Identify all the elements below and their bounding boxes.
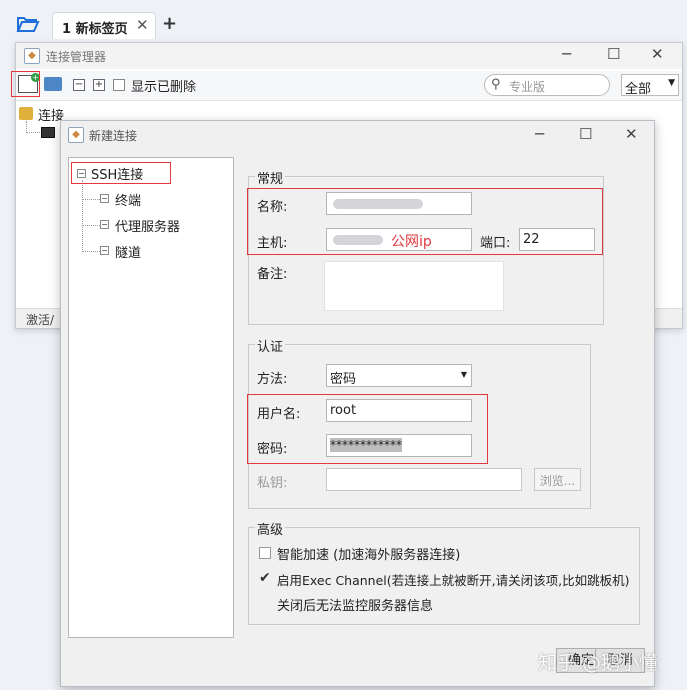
collapse-icon[interactable]: − bbox=[100, 220, 109, 229]
minimize-icon[interactable]: ─ bbox=[562, 45, 571, 63]
highlight-ssh-item bbox=[71, 162, 171, 184]
new-folder-icon[interactable] bbox=[44, 77, 62, 91]
browse-button[interactable]: 浏览... bbox=[534, 468, 581, 491]
tree-line bbox=[82, 199, 100, 200]
add-tab-icon[interactable]: + bbox=[162, 13, 177, 34]
chevron-down-icon: ▼ bbox=[668, 78, 675, 88]
method-label: 方法: bbox=[257, 372, 288, 387]
open-folder-icon[interactable] bbox=[16, 14, 40, 34]
chevron-down-icon: ▼ bbox=[460, 370, 467, 379]
dialog-titlebar: ◆ 新建连接 ─ ☐ ✕ bbox=[61, 121, 654, 149]
exec-channel-label: 启用Exec Channel(若连接上就被断开,请关闭该项,比如跳板机) bbox=[277, 573, 630, 588]
nav-item-tunnel[interactable]: 隧道 bbox=[115, 242, 141, 261]
app-icon: ◆ bbox=[24, 48, 40, 64]
new-connection-dialog: ◆ 新建连接 ─ ☐ ✕ − SSH连接 − 终端 − 代理服务器 − 隧道 常… bbox=[60, 120, 655, 687]
search-placeholder: 专业版 bbox=[509, 80, 546, 94]
highlight-credentials bbox=[247, 394, 488, 464]
collapse-all-icon[interactable]: − bbox=[73, 79, 85, 91]
nav-item-proxy[interactable]: 代理服务器 bbox=[115, 216, 180, 235]
smart-accel-label: 智能加速 (加速海外服务器连接) bbox=[277, 548, 461, 563]
search-input[interactable]: ⚲ 专业版 bbox=[484, 74, 610, 96]
tree-line bbox=[82, 180, 83, 252]
close-tab-icon[interactable]: ✕ bbox=[136, 16, 149, 34]
status-text: 激活/ bbox=[26, 313, 55, 327]
tree-line bbox=[82, 251, 100, 252]
smart-accel-checkbox[interactable] bbox=[259, 547, 271, 559]
terminal-icon[interactable] bbox=[41, 127, 55, 138]
method-value: 密码 bbox=[330, 372, 357, 387]
collapse-icon[interactable]: − bbox=[100, 246, 109, 255]
scope-select[interactable]: 全部 ▼ bbox=[621, 74, 679, 97]
nav-item-terminal[interactable]: 终端 bbox=[115, 190, 141, 209]
advanced-legend: 高级 bbox=[255, 519, 286, 538]
tab-label: 1 新标签页 bbox=[62, 22, 128, 37]
manager-title: 连接管理器 bbox=[46, 50, 107, 64]
note-field[interactable] bbox=[324, 261, 504, 311]
category-tree: − SSH连接 − 终端 − 代理服务器 − 隧道 bbox=[68, 157, 234, 638]
auth-legend: 认证 bbox=[255, 336, 286, 355]
scope-value: 全部 bbox=[625, 82, 652, 97]
show-deleted-checkbox[interactable] bbox=[113, 79, 125, 91]
manager-toolbar: + − + 显示已删除 ⚲ 专业版 全部 ▼ bbox=[16, 71, 682, 101]
tree-line bbox=[82, 225, 100, 226]
manager-titlebar: ◆ 连接管理器 ─ ☐ ✕ bbox=[16, 43, 682, 69]
maximize-icon[interactable]: ☐ bbox=[607, 45, 620, 63]
folder-icon bbox=[19, 107, 33, 120]
minimize-icon[interactable]: ─ bbox=[535, 125, 544, 143]
show-deleted-label: 显示已删除 bbox=[131, 80, 197, 95]
private-key-label: 私钥: bbox=[257, 476, 288, 491]
method-select[interactable]: 密码 ▼ bbox=[326, 364, 472, 387]
exec-channel-checkbox[interactable]: ✔ bbox=[259, 571, 271, 585]
advanced-group: 高级 智能加速 (加速海外服务器连接) ✔ 启用Exec Channel(若连接… bbox=[248, 519, 640, 625]
tree-line bbox=[26, 132, 40, 133]
dialog-title: 新建连接 bbox=[89, 129, 138, 143]
tab-bar: 1 新标签页 ✕ + bbox=[0, 0, 687, 46]
close-icon[interactable]: ✕ bbox=[651, 45, 664, 63]
tab-new-tab[interactable]: 1 新标签页 ✕ bbox=[52, 12, 156, 39]
highlight-host-info bbox=[247, 188, 603, 255]
search-icon: ⚲ bbox=[491, 77, 501, 92]
maximize-icon[interactable]: ☐ bbox=[579, 125, 592, 143]
note-label: 备注: bbox=[257, 267, 288, 282]
close-icon[interactable]: ✕ bbox=[625, 125, 638, 143]
app-icon: ◆ bbox=[68, 127, 84, 143]
expand-all-icon[interactable]: + bbox=[93, 79, 105, 91]
collapse-icon[interactable]: − bbox=[100, 194, 109, 203]
exec-channel-note: 关闭后无法监控服务器信息 bbox=[277, 599, 434, 614]
private-key-field[interactable] bbox=[326, 468, 522, 491]
general-legend: 常规 bbox=[255, 168, 286, 187]
highlight-new-button bbox=[11, 71, 40, 97]
watermark: 知乎 @鹅小懂 bbox=[538, 652, 659, 674]
